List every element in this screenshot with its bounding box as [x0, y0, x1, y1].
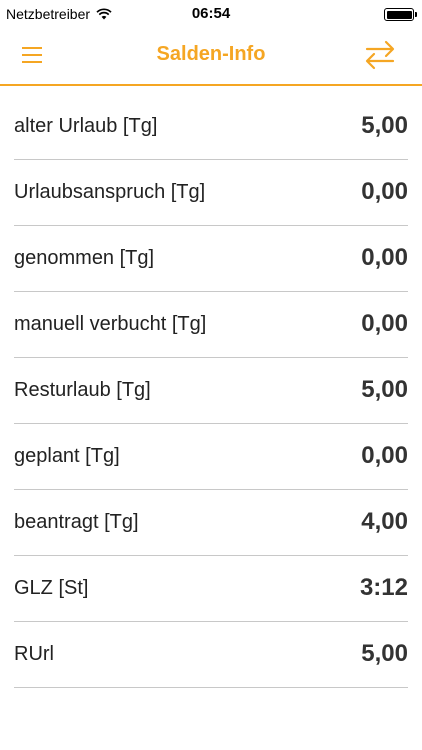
list-item: GLZ [St] 3:12 — [14, 556, 408, 622]
row-value: 3:12 — [359, 574, 408, 601]
row-label: Urlaubsanspruch [Tg] — [14, 181, 206, 203]
row-label: RUrl — [14, 643, 54, 665]
battery-icon — [384, 8, 417, 21]
list-item: genommen [Tg] 0,00 — [14, 226, 408, 292]
row-value: 4,00 — [361, 508, 408, 535]
page-title: Salden-Info — [156, 43, 266, 65]
list-item: geplant [Tg] 0,00 — [14, 424, 408, 490]
row-label: GLZ [St] — [14, 577, 89, 599]
status-time: 06:54 — [191, 5, 231, 22]
row-label: manuell verbucht [Tg] — [14, 313, 207, 335]
list-item: beantragt [Tg] 4,00 — [14, 490, 408, 556]
list-item: Resturlaub [Tg] 5,00 — [14, 358, 408, 424]
row-value: 5,00 — [361, 112, 408, 139]
swap-arrows-icon[interactable] — [362, 37, 398, 73]
status-bar: Netzbetreiber 06:54 — [0, 0, 422, 28]
row-value: 0,00 — [361, 244, 408, 271]
row-value: 0,00 — [361, 178, 408, 205]
row-label: genommen [Tg] — [14, 247, 155, 269]
row-value: 0,00 — [361, 442, 408, 469]
row-label: beantragt [Tg] — [14, 511, 139, 533]
list-item: RUrl 5,00 — [14, 622, 408, 688]
list-item: Urlaubsanspruch [Tg] 0,00 — [14, 160, 408, 226]
hamburger-menu-icon[interactable] — [22, 47, 42, 63]
row-value: 5,00 — [361, 640, 408, 667]
balance-list: alter Urlaub [Tg] 5,00 Urlaubsanspruch [… — [0, 94, 422, 688]
row-value: 5,00 — [361, 376, 408, 403]
row-label: alter Urlaub [Tg] — [14, 115, 158, 137]
list-item: alter Urlaub [Tg] 5,00 — [14, 94, 408, 160]
row-value: 0,00 — [361, 310, 408, 337]
row-label: Resturlaub [Tg] — [14, 379, 151, 401]
nav-bar: Salden-Info — [0, 28, 422, 86]
row-label: geplant [Tg] — [14, 445, 120, 467]
list-item: manuell verbucht [Tg] 0,00 — [14, 292, 408, 358]
